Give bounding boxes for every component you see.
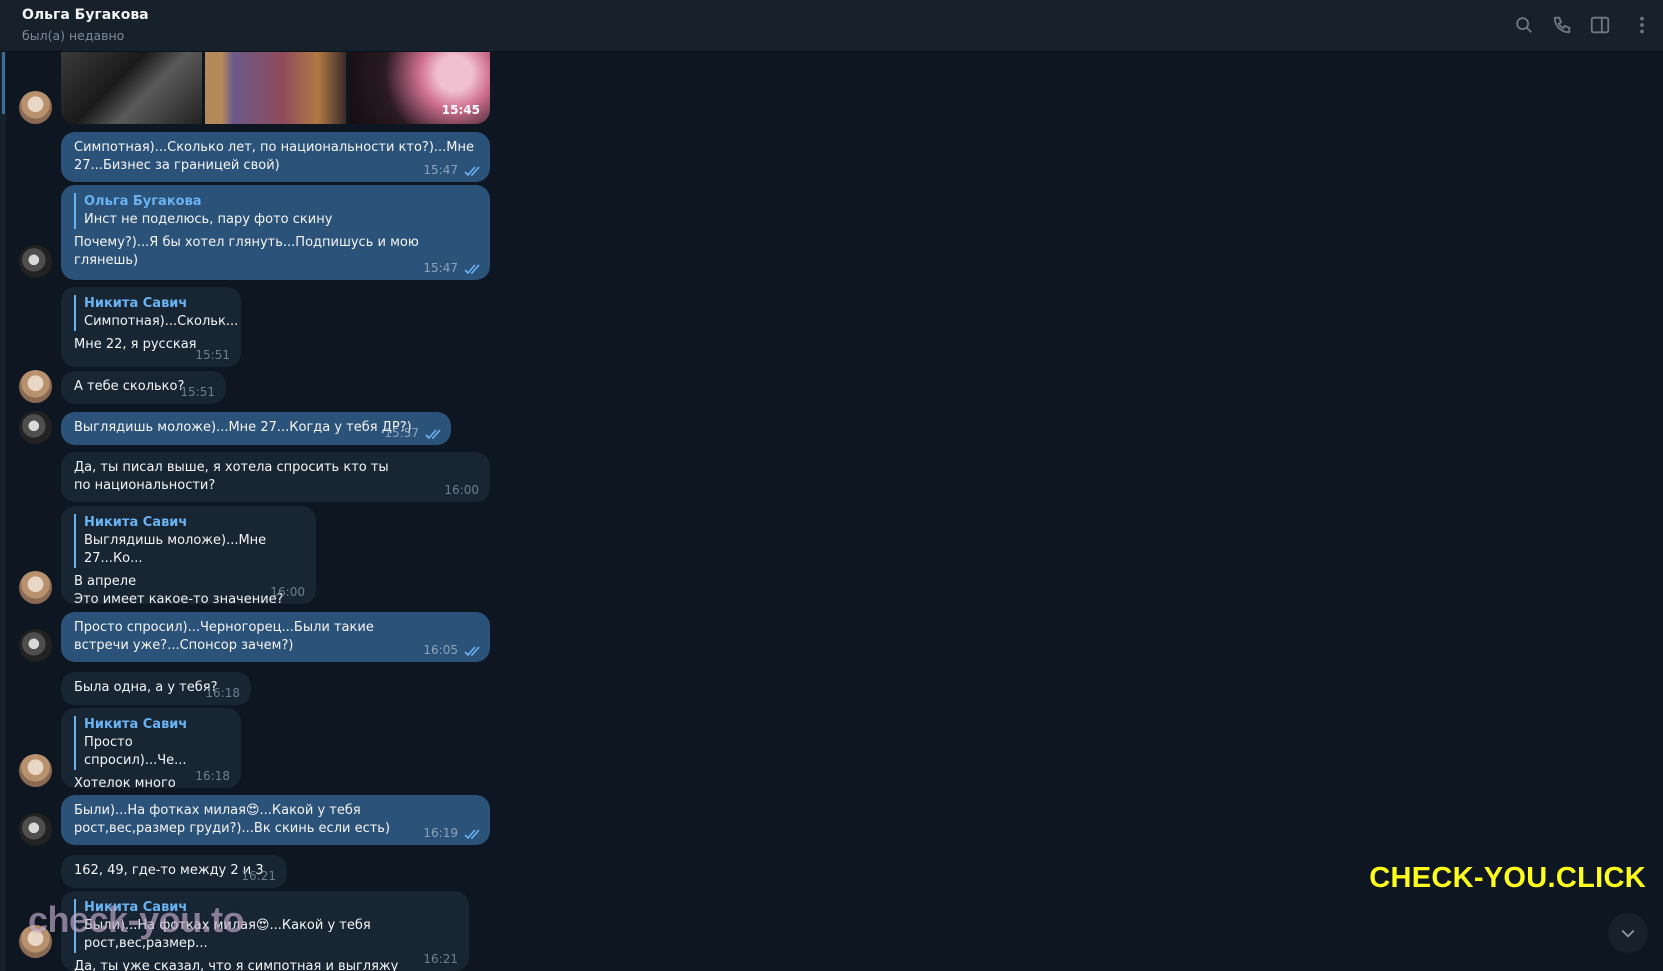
message-bubble[interactable]: Никита Савич Просто спросил)...Че... Хот…	[61, 708, 241, 791]
read-check-icon	[425, 429, 441, 440]
message-time: 15:51	[195, 348, 230, 362]
reply-text: Инст не поделюсь, пару фото скину	[84, 212, 333, 227]
message-bubble[interactable]: Да, ты писал выше, я хотела спросить кто…	[61, 452, 490, 502]
avatar[interactable]	[19, 370, 52, 403]
message-text: Были)...На фотках милая😍...Какой у тебя …	[74, 803, 391, 836]
phone-icon[interactable]	[1551, 14, 1573, 36]
avatar[interactable]	[19, 629, 52, 662]
chevron-down-icon	[1621, 929, 1635, 938]
reply-author: Никита Савич	[84, 515, 188, 530]
message-time: 16:18	[205, 686, 240, 700]
message-text: Да, ты писал выше, я хотела спросить кто…	[74, 460, 389, 493]
message-bubble[interactable]: Симпотная)...Сколько лет, по национально…	[61, 132, 490, 182]
chat-header[interactable]: Ольга Бугакова был(а) недавно	[0, 0, 1663, 52]
message-time: 16:00	[270, 585, 305, 599]
avatar[interactable]	[19, 754, 52, 787]
reply-text: Выглядишь моложе)...Мне 27...Ко...	[84, 533, 267, 566]
more-vertical-icon[interactable]	[1631, 14, 1645, 36]
message-time: 15:51	[180, 385, 215, 399]
reply-author: Никита Савич	[84, 717, 188, 732]
photo-2[interactable]	[205, 52, 346, 124]
sidebar-toggle-icon[interactable]	[1589, 14, 1611, 36]
message-text: В апреле Это имеет какое-то значение?	[74, 574, 284, 607]
message-time: 16:21	[423, 952, 458, 966]
photo-album[interactable]: 15:45	[61, 52, 490, 124]
photo-1[interactable]	[61, 52, 202, 124]
reply-quote[interactable]: Никита Савич Просто спросил)...Че...	[74, 716, 228, 770]
message-time: 16:21	[241, 869, 276, 883]
read-check-icon	[464, 829, 480, 840]
avatar[interactable]	[19, 411, 52, 444]
message-time: 15:47	[423, 261, 458, 275]
message-text: Выглядишь моложе)...Мне 27...Когда у теб…	[74, 420, 412, 435]
reply-author: Ольга Бугакова	[84, 194, 202, 209]
message-time: 16:18	[195, 769, 230, 783]
message-text: Просто спросил)...Черногорец...Были таки…	[74, 620, 374, 653]
avatar[interactable]	[19, 813, 52, 846]
message-bubble[interactable]: Никита Савич Выглядишь моложе)...Мне 27.…	[61, 506, 316, 607]
message-time: 16:00	[444, 483, 479, 497]
message-bubble[interactable]: 162, 49, где-то между 2 и 3 16:21	[61, 855, 287, 888]
reply-text: Симпотная)...Скольк...	[84, 314, 239, 329]
reply-quote[interactable]: Никита Савич Выглядишь моложе)...Мне 27.…	[74, 514, 303, 568]
watermark-check-you-click: CHECK-YOU.CLICK	[1369, 862, 1646, 894]
scroll-to-bottom-button[interactable]	[1608, 913, 1648, 953]
reply-quote[interactable]: Ольга Бугакова Инст не поделюсь, пару фо…	[74, 193, 477, 229]
message-bubble[interactable]: Выглядишь моложе)...Мне 27...Когда у теб…	[61, 412, 451, 445]
message-bubble[interactable]: Ольга Бугакова Инст не поделюсь, пару фо…	[61, 185, 490, 280]
message-time: 16:05	[423, 643, 458, 657]
message-bubble[interactable]: А тебе сколько? 15:51	[61, 371, 226, 404]
read-check-icon	[464, 166, 480, 177]
message-list[interactable]: 15:45 Симпотная)...Сколько лет, по нацио…	[0, 52, 1663, 971]
message-text: Симпотная)...Сколько лет, по национально…	[74, 140, 475, 173]
reply-quote[interactable]: Никита Савич Симпотная)...Скольк...	[74, 295, 239, 331]
message-text: Да, ты уже сказал, что я симпотная и выг…	[74, 959, 399, 971]
message-text: Почему?)...Я бы хотел глянуть...Подпишус…	[74, 235, 419, 268]
reply-author: Никита Савич	[84, 296, 188, 311]
reply-text: Просто спросил)...Че...	[84, 735, 187, 768]
watermark-check-you-to: check-you.to	[28, 899, 245, 940]
contact-status: был(а) недавно	[22, 28, 125, 43]
avatar[interactable]	[19, 571, 52, 604]
avatar[interactable]	[19, 91, 52, 124]
message-time: 16:19	[423, 826, 458, 840]
read-check-icon	[464, 646, 480, 657]
message-bubble[interactable]: Никита Савич Симпотная)...Скольк... Мне …	[61, 287, 241, 367]
message-bubble[interactable]: Были)...На фотках милая😍...Какой у тебя …	[61, 795, 490, 845]
contact-name[interactable]: Ольга Бугакова	[22, 7, 149, 23]
message-bubble[interactable]: Была одна, а у тебя? 16:18	[61, 672, 251, 705]
avatar[interactable]	[19, 245, 52, 278]
read-check-icon	[464, 264, 480, 275]
search-icon[interactable]	[1513, 14, 1535, 36]
message-bubble[interactable]: Просто спросил)...Черногорец...Были таки…	[61, 612, 490, 662]
photo-3[interactable]: 15:45	[349, 52, 490, 124]
message-time: 15:45	[441, 103, 480, 117]
message-time: 15:57	[384, 426, 419, 440]
message-time: 15:47	[423, 163, 458, 177]
